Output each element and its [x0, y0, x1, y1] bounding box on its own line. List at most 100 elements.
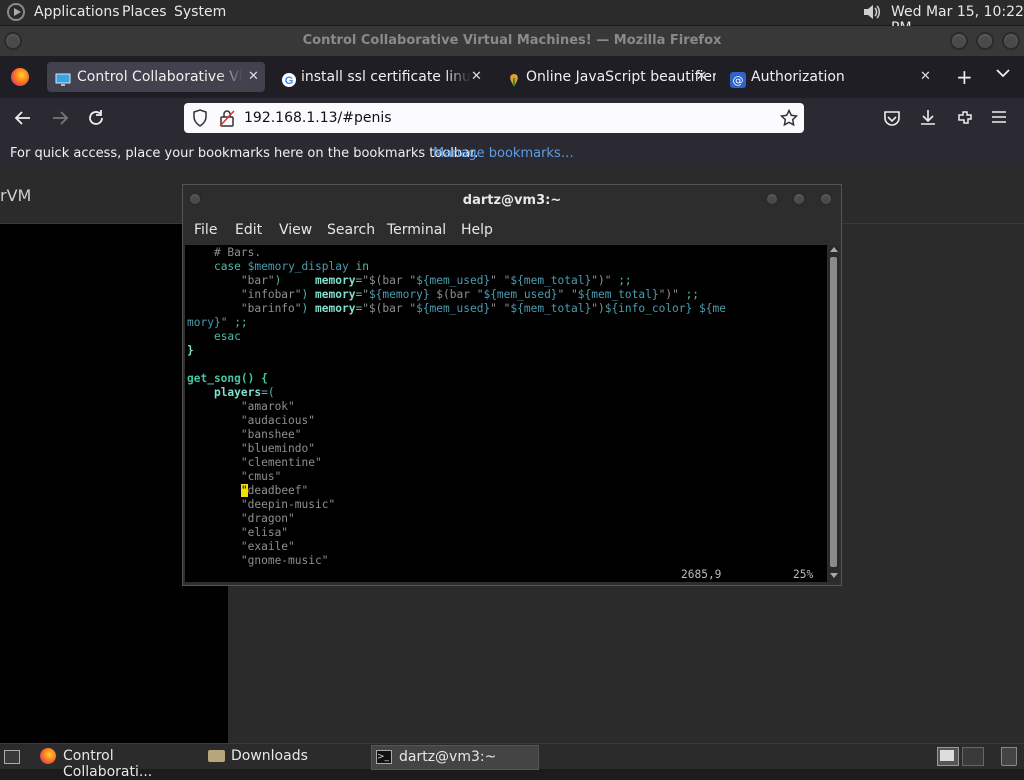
- insecure-lock-icon[interactable]: [219, 109, 235, 131]
- page-heading: rVM: [0, 186, 32, 205]
- taskbar-item-firefox[interactable]: Control Collaborati...: [36, 744, 200, 780]
- tab-authorization[interactable]: @ Authorization ✕: [722, 62, 940, 92]
- vim-cursor-position: 2685,9: [681, 568, 722, 581]
- taskbar-item-terminal[interactable]: >_ dartz@vm3:~: [371, 745, 539, 770]
- window-title: Control Collaborative Virtual Machines! …: [302, 33, 722, 48]
- manage-bookmarks-link[interactable]: Manage bookmarks…: [433, 146, 574, 161]
- terminal-menu-view[interactable]: View: [279, 222, 312, 238]
- beautifier-icon: [506, 69, 522, 86]
- code-line: "gnome-music": [240, 554, 329, 567]
- terminal-menu-file[interactable]: File: [194, 222, 217, 238]
- maximize-button[interactable]: [976, 32, 994, 50]
- svg-text:G: G: [285, 75, 294, 87]
- downloads-icon[interactable]: [919, 108, 937, 130]
- text-cursor: ": [240, 484, 248, 497]
- tab-control-collaborative[interactable]: Control Collaborative Virtual Machines! …: [47, 62, 265, 92]
- extensions-icon[interactable]: [956, 109, 974, 131]
- code-line: mory}" ;;: [187, 316, 248, 329]
- tab-label: install ssl certificate linux - Google S…: [301, 69, 471, 85]
- url-bar[interactable]: 192.168.1.13/#penis: [184, 103, 804, 133]
- tracking-shield-icon[interactable]: [192, 109, 208, 131]
- applications-menu[interactable]: Applications: [34, 4, 120, 20]
- code-line: "bluemindo": [240, 442, 315, 455]
- minimize-button[interactable]: [950, 32, 968, 50]
- terminal-menu-help[interactable]: Help: [461, 222, 493, 238]
- code-line: "amarok": [240, 400, 295, 413]
- code-line: "barinfo") memory="$(bar "${mem_used}" "…: [240, 302, 726, 315]
- bookmarks-toolbar: For quick access, place your bookmarks h…: [0, 140, 1024, 168]
- url-text[interactable]: 192.168.1.13/#penis: [244, 110, 392, 126]
- code-line: "deepin-music": [240, 498, 336, 511]
- top-panel: Applications Places System Wed Mar 15, 1…: [0, 0, 1024, 36]
- terminal-icon: >_: [376, 750, 392, 764]
- scrollbar-down-arrow-icon[interactable]: [830, 573, 838, 578]
- close-tab-icon[interactable]: ✕: [248, 62, 259, 92]
- code-line: esac: [213, 330, 241, 343]
- terminal-screen[interactable]: # Bars. case $memory_display in "bar") m…: [185, 245, 827, 582]
- code-line: "exaile": [240, 540, 295, 553]
- taskbar-label: dartz@vm3:~: [399, 749, 497, 765]
- list-all-tabs-icon[interactable]: [996, 66, 1010, 84]
- show-desktop-icon[interactable]: [4, 750, 20, 764]
- forward-arrow-icon[interactable]: [51, 109, 69, 131]
- code-line: "deadbeef": [240, 484, 309, 497]
- firefox-menu-icon[interactable]: [11, 68, 29, 86]
- at-sign-icon: @: [730, 69, 746, 88]
- reload-icon[interactable]: [87, 109, 105, 131]
- terminal-menu-terminal[interactable]: Terminal: [387, 222, 446, 238]
- new-tab-icon[interactable]: +: [956, 65, 973, 89]
- workspace-switcher[interactable]: [937, 747, 959, 766]
- volume-icon[interactable]: [862, 2, 882, 22]
- firefox-icon: [40, 748, 56, 764]
- folder-icon: [208, 750, 225, 762]
- code-line: "infobar") memory="${memory} $(bar "${me…: [240, 288, 700, 301]
- terminal-close-button[interactable]: [819, 192, 833, 206]
- terminal-titlebar[interactable]: dartz@vm3:~: [183, 185, 841, 215]
- workspace-switcher-2[interactable]: [962, 747, 984, 766]
- taskbar-item-downloads[interactable]: Downloads: [204, 744, 368, 769]
- code-line: players=(: [213, 386, 275, 399]
- bookmark-star-icon[interactable]: [779, 108, 799, 131]
- code-line: }: [187, 344, 194, 357]
- panel-logo-icon[interactable]: [7, 3, 25, 21]
- terminal-maximize-button[interactable]: [792, 192, 806, 206]
- close-button[interactable]: [1002, 32, 1020, 50]
- google-icon: G: [281, 69, 297, 87]
- bottom-taskbar: Control Collaborati... Downloads >_ dart…: [0, 743, 1024, 780]
- close-tab-icon[interactable]: ✕: [920, 62, 931, 92]
- terminal-title: dartz@vm3:~: [462, 193, 562, 208]
- code-line: case $memory_display in: [213, 260, 369, 273]
- system-menu[interactable]: System: [174, 4, 226, 20]
- vim-scroll-percent: 25%: [793, 568, 814, 581]
- code-line: # Bars.: [213, 246, 262, 259]
- close-tab-icon[interactable]: ✕: [696, 62, 707, 92]
- scrollbar-up-arrow-icon[interactable]: [830, 247, 838, 252]
- hamburger-menu-icon[interactable]: [991, 110, 1007, 128]
- tab-google-search[interactable]: G install ssl certificate linux - Google…: [273, 62, 491, 92]
- code-line: "audacious": [240, 414, 315, 427]
- terminal-window[interactable]: dartz@vm3:~ File Edit View Search Termin…: [182, 184, 842, 586]
- trash-icon[interactable]: [1001, 747, 1017, 766]
- terminal-minimize-button[interactable]: [765, 192, 779, 206]
- scrollbar-thumb[interactable]: [830, 257, 837, 567]
- monitor-icon: [55, 69, 71, 86]
- code-line: get_song() {: [187, 372, 268, 385]
- bookmarks-hint: For quick access, place your bookmarks h…: [10, 146, 479, 161]
- taskbar-label: Control Collaborati...: [63, 748, 153, 780]
- close-tab-icon[interactable]: ✕: [471, 62, 482, 92]
- tab-bar: Control Collaborative Virtual Machines! …: [0, 56, 1024, 98]
- places-menu[interactable]: Places: [122, 4, 167, 20]
- code-line: "clementine": [240, 456, 322, 469]
- code-line: "banshee": [240, 428, 302, 441]
- code-line: "cmus": [240, 470, 282, 483]
- tab-js-beautifier[interactable]: Online JavaScript beautifier ✕: [498, 62, 716, 92]
- code-line: "bar") memory="$(bar "${mem_used}" "${me…: [240, 274, 632, 287]
- terminal-scrollbar[interactable]: [828, 245, 839, 582]
- pocket-icon[interactable]: [883, 109, 901, 131]
- terminal-menu-edit[interactable]: Edit: [235, 222, 262, 238]
- taskbar-label: Downloads: [231, 748, 308, 764]
- code-line: "elisa": [240, 526, 289, 539]
- back-arrow-icon[interactable]: [14, 109, 32, 131]
- svg-text:@: @: [733, 74, 744, 87]
- terminal-menu-search[interactable]: Search: [327, 222, 375, 238]
